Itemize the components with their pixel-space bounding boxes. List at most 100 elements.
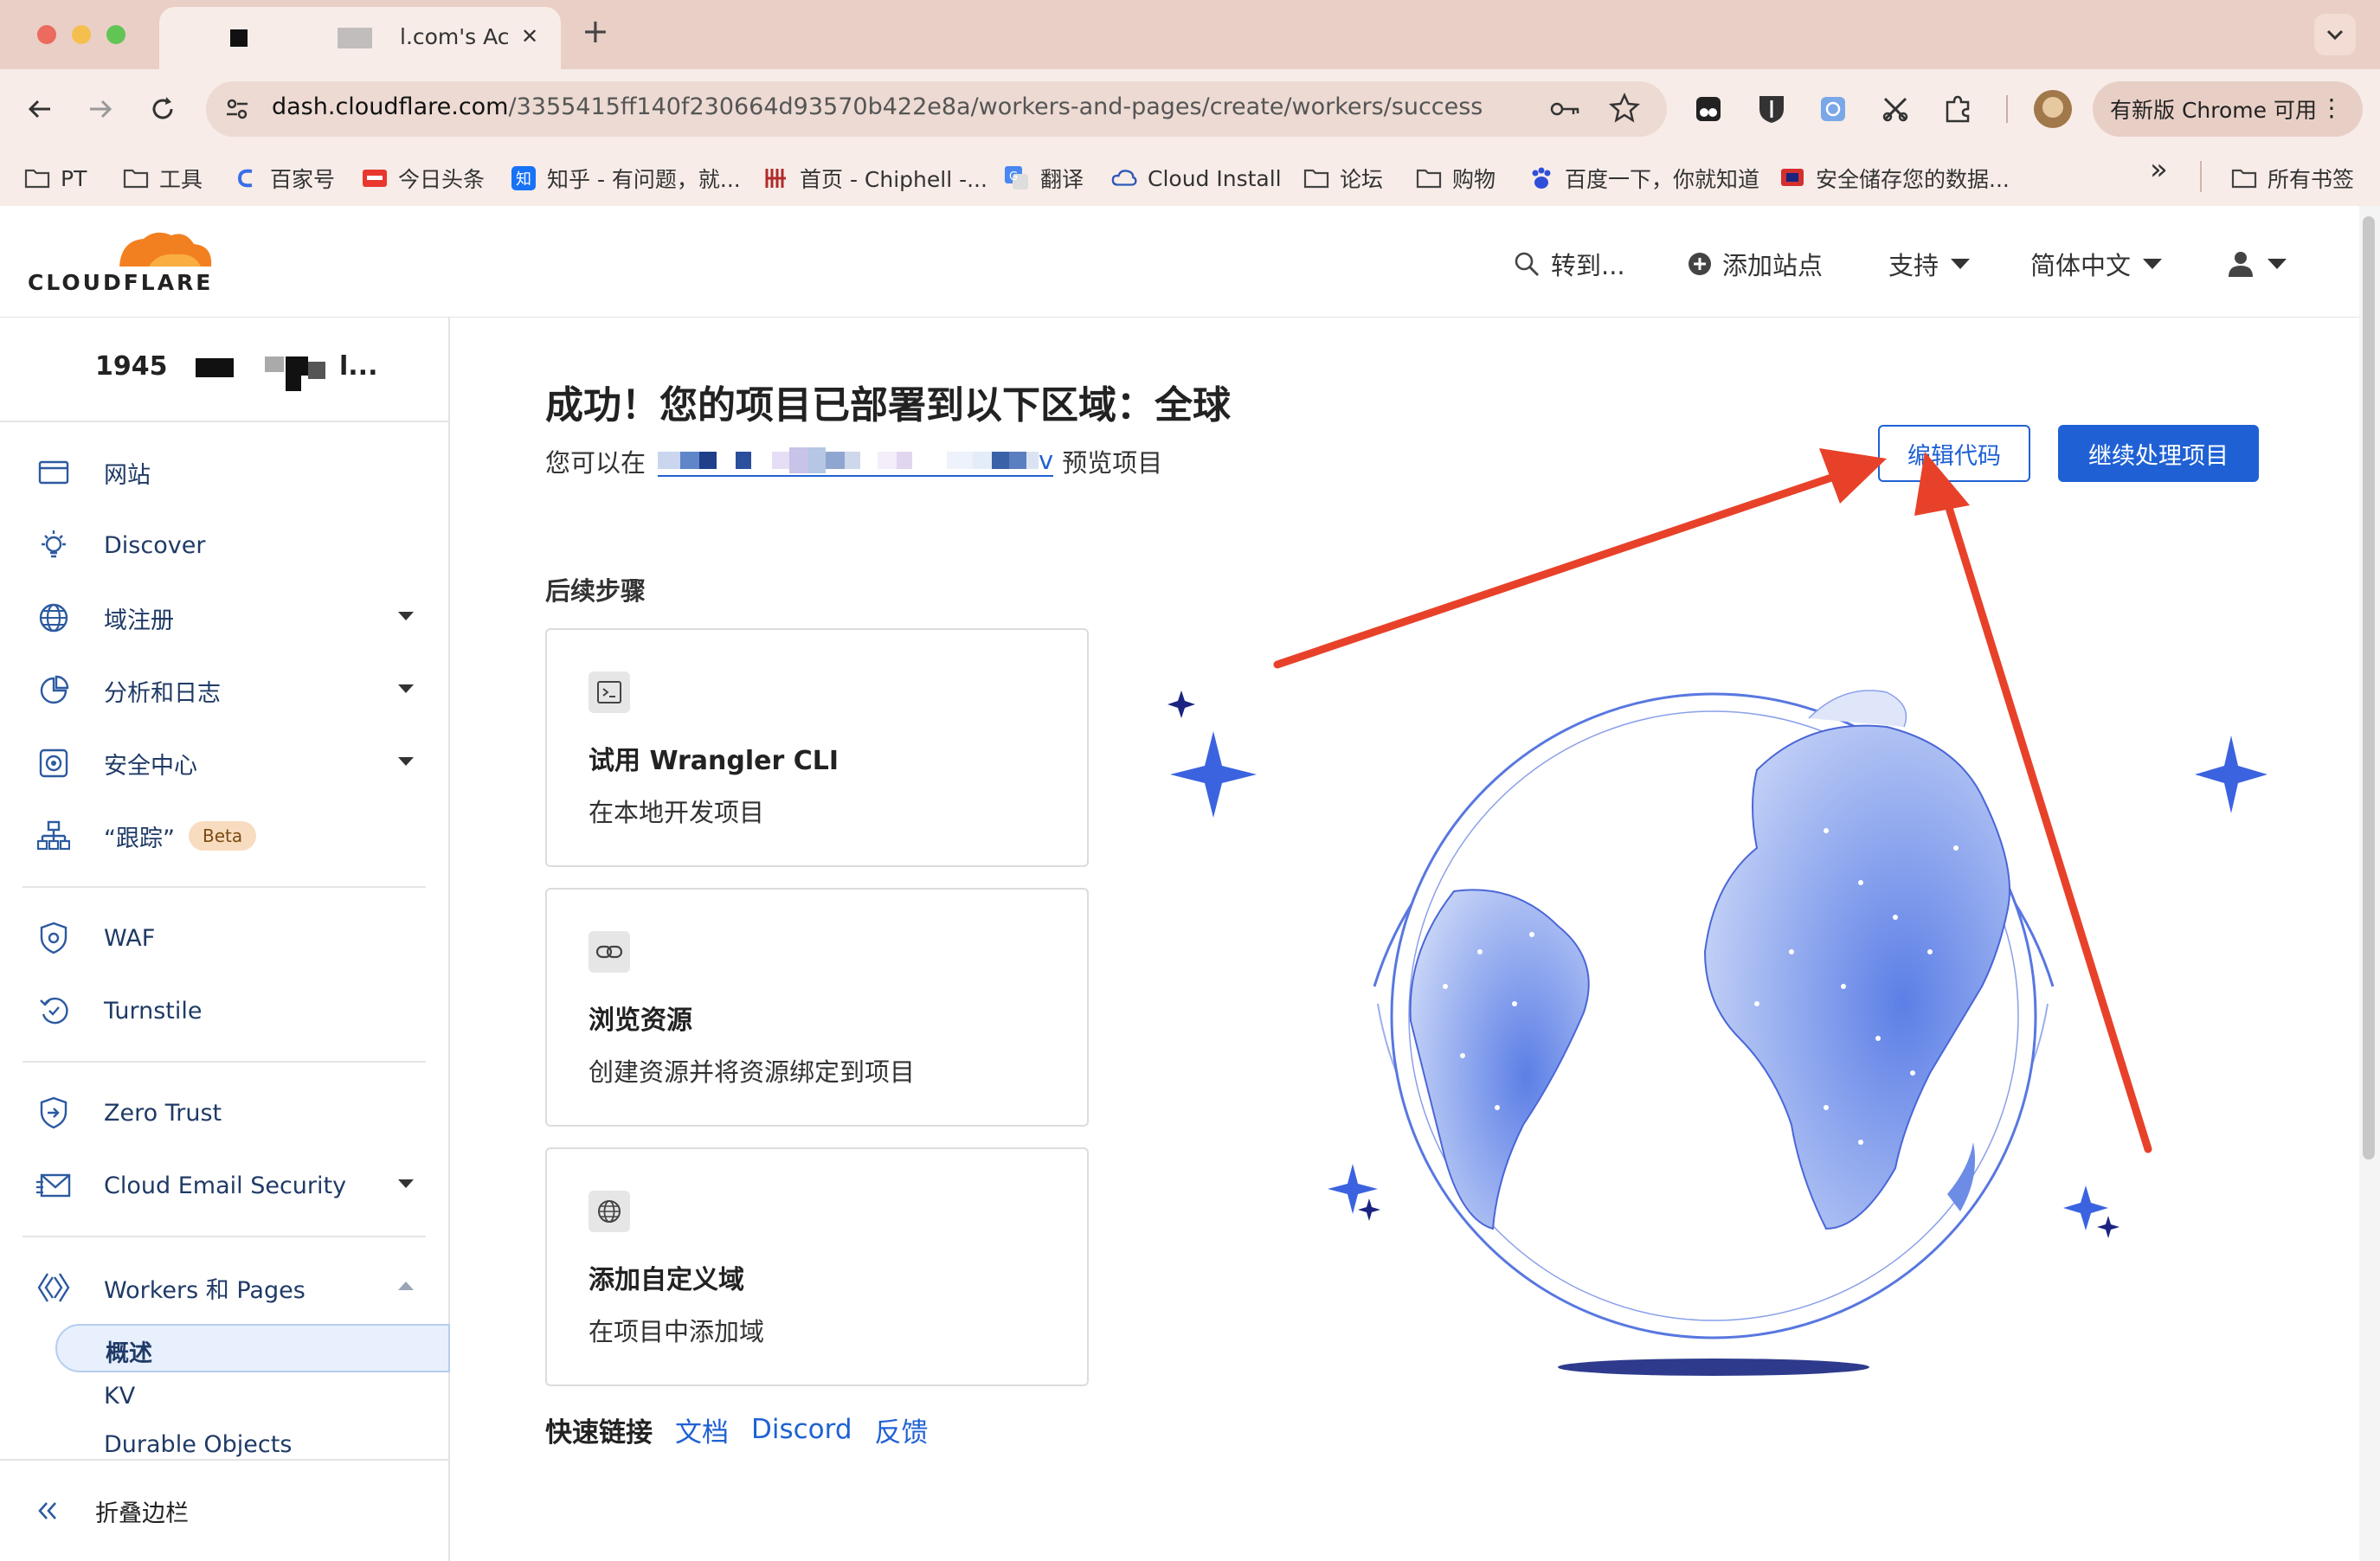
google-translate-icon: G [1004,165,1030,191]
sidebar-item-label: Workers 和 Pages [104,1276,306,1304]
sidebar-item-discover[interactable]: Discover [35,521,433,569]
maximize-window-button[interactable] [106,25,125,44]
goto-label: 转到... [1551,251,1625,280]
baijiahao-icon [234,165,260,191]
language-menu[interactable]: 简体中文 [2030,242,2164,286]
quick-link-discord[interactable]: Discord [751,1414,852,1445]
sidebar-item-cloud-email-security[interactable]: Cloud Email Security [35,1161,433,1210]
browser-window-icon [35,453,73,491]
caret-down-icon[interactable] [398,757,414,766]
plus-circle-icon [1688,252,1712,276]
user-menu[interactable] [2226,242,2288,286]
toolbar-divider [2006,95,2008,123]
add-site-button[interactable]: 添加站点 [1688,242,1823,286]
sidebar-item-label: 域注册 [104,607,174,634]
bookmark-label: 工具 [159,167,203,192]
preview-url-link[interactable]: v [658,446,1054,477]
bookmark-translate[interactable]: G 翻译 [1004,161,1084,196]
sidebar-subitem-label: 概述 [106,1340,152,1367]
new-tab-button[interactable]: + [582,12,609,50]
next-steps-heading: 后续步骤 [545,576,646,606]
bookmark-baidu[interactable]: 百度一下，你就知道 [1528,161,1759,196]
user-icon [2226,249,2255,279]
scrollbar-thumb[interactable] [2363,216,2375,1160]
goto-search-button[interactable]: 转到... [1513,242,1625,286]
profile-avatar[interactable] [2034,90,2072,128]
close-window-button[interactable] [37,25,56,44]
back-icon[interactable] [23,92,57,126]
quick-link-feedback[interactable]: 反馈 [875,1410,929,1449]
preview-url-tail: v [1039,446,1054,475]
extension-translate-icon[interactable] [1819,95,1847,123]
card-wrangler-cli[interactable]: 试用 Wrangler CLI 在本地开发项目 [545,628,1089,867]
bookmark-toutiao[interactable]: 今日头条 [362,161,485,196]
globe-icon [589,1191,630,1232]
sidebar-subitem-kv[interactable]: KV [104,1383,135,1410]
collapse-sidebar-button[interactable]: 折叠边栏 [35,1490,189,1532]
email-icon [35,1166,73,1204]
bookmark-star-icon[interactable] [1608,92,1641,125]
bookmark-label: 论坛 [1340,167,1384,192]
bookmark-folder-shopping[interactable]: 购物 [1416,161,1496,196]
bookmark-cloud-install[interactable]: Cloud Install [1111,161,1282,196]
cloudflare-logo[interactable]: CLOUDFLARE [28,227,218,299]
shield-arrow-icon [35,1094,73,1132]
bookmark-zhihu[interactable]: 知 知乎 - 有问题，就... [511,161,741,196]
folder-icon [123,165,149,191]
minimize-window-button[interactable] [72,25,91,44]
bookmark-baijiahao[interactable]: 百家号 [234,161,335,196]
active-tab[interactable]: l.com's Ac ✕ [159,7,561,69]
caret-down-icon[interactable] [398,612,414,620]
folder-icon [1303,165,1329,191]
extensions-puzzle-icon[interactable] [1942,93,1973,125]
support-menu[interactable]: 支持 [1888,242,1972,286]
caret-down-icon[interactable] [398,684,414,693]
extension-tampermonkey-icon[interactable] [1695,95,1722,123]
card-custom-domain[interactable]: 添加自定义域 在项目中添加域 [545,1147,1089,1386]
caret-up-icon[interactable] [398,1282,414,1290]
bookmark-folder-forum[interactable]: 论坛 [1303,161,1383,196]
sidebar-item-trace[interactable]: “跟踪” Beta [35,812,433,860]
sidebar-item-domain-registration[interactable]: 域注册 [35,594,433,642]
reload-icon[interactable] [145,92,180,126]
sidebar-subitem-durable-objects[interactable]: Durable Objects [104,1431,292,1458]
card-title: 浏览资源 [589,1005,692,1036]
sidebar-item-waf[interactable]: WAF [35,914,433,962]
sidebar-item-turnstile[interactable]: Turnstile [35,986,433,1035]
account-name[interactable]: 1945 [95,351,168,382]
address-bar[interactable]: dash.cloudflare.com/3355415ff140f230664d… [206,81,1667,137]
sidebar-item-workers-pages[interactable]: Workers 和 Pages [35,1263,433,1312]
card-description: 在项目中添加域 [589,1317,765,1346]
sidebar-subitem-overview[interactable]: 概述 [55,1324,450,1372]
sidebar-item-zero-trust[interactable]: Zero Trust [35,1089,433,1137]
quick-link-docs[interactable]: 文档 [675,1410,729,1449]
workers-icon [35,1269,73,1307]
card-browse-resources[interactable]: 浏览资源 创建资源并将资源绑定到项目 [545,888,1089,1127]
all-bookmarks-button[interactable]: 所有书签 [2231,161,2354,196]
forward-icon[interactable] [83,92,118,126]
link-chain-icon [589,931,630,973]
tab-close-icon[interactable]: ✕ [521,24,538,48]
extension-screenshot-icon[interactable] [1880,93,1911,125]
sidebar-item-security-center[interactable]: 安全中心 [35,739,433,787]
sidebar-item-websites[interactable]: 网站 [35,448,433,497]
all-bookmarks-label: 所有书签 [2267,167,2355,192]
url-text[interactable]: dash.cloudflare.com/3355415ff140f230664d… [272,93,1483,120]
bookmark-folder-tools[interactable]: 工具 [123,161,203,196]
tab-search-button[interactable] [2314,14,2356,55]
caret-down-icon[interactable] [398,1179,414,1188]
sidebar-item-label: 网站 [104,461,151,489]
bookmark-secure-storage[interactable]: 安全储存您的数据... [1779,161,2010,196]
sidebar-item-analytics-logs[interactable]: 分析和日志 [35,666,433,715]
site-info-icon[interactable] [222,93,253,125]
search-icon [1513,250,1541,278]
chrome-update-button[interactable]: 有新版 Chrome 可用 ⋮ [2093,81,2363,137]
more-bookmarks-icon[interactable]: » [2150,152,2168,187]
more-menu-icon[interactable]: ⋮ [2319,93,2344,122]
logo-wordmark: CLOUDFLARE [28,270,214,295]
password-key-icon[interactable] [1547,93,1582,125]
bookmark-chiphell[interactable]: 首页 - Chiphell -... [763,161,987,196]
secure-storage-icon [1779,165,1805,191]
extension-bitwarden-icon[interactable] [1757,93,1786,125]
bookmark-folder-pt[interactable]: PT [24,161,87,196]
